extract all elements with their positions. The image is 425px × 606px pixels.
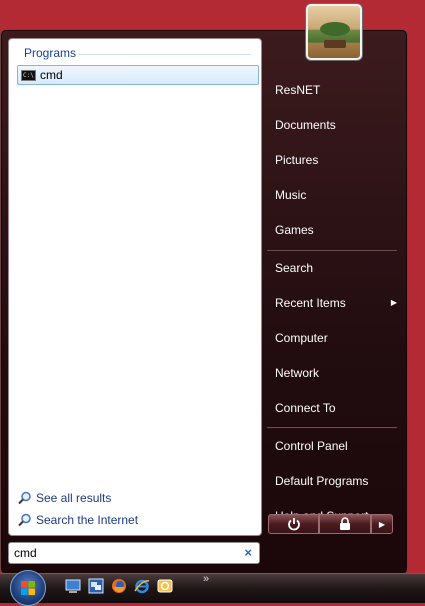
menu-item-search[interactable]: Search [267,255,397,281]
lock-icon [340,517,350,530]
result-label: cmd [40,68,63,82]
user-picture[interactable] [306,4,362,60]
command-prompt-icon: C:\ [21,69,36,81]
firefox-icon[interactable] [111,578,127,594]
menu-item-default-programs[interactable]: Default Programs [267,468,397,494]
search-results-pane: Programs C:\ cmd See all results Search … [8,38,262,536]
power-icon [287,518,300,531]
start-button[interactable] [10,570,46,606]
menu-item-recent-items[interactable]: Recent Items ▶ [267,290,397,316]
arrow-right-icon: ▶ [378,519,386,529]
programs-divider [79,54,251,55]
quick-launch-overflow-icon[interactable]: » [203,573,209,585]
search-internet-link[interactable]: Search the Internet [17,513,138,527]
see-all-results-link[interactable]: See all results [17,491,111,505]
search-icon [18,513,31,527]
submenu-arrow-icon: ▶ [390,298,397,307]
power-options-button[interactable]: ▶ [371,514,393,534]
recent-items-label: Recent Items [275,296,346,310]
search-internet-label: Search the Internet [36,513,139,527]
see-all-results-label: See all results [36,491,112,505]
programs-header: Programs [24,46,77,60]
menu-item-connect-to[interactable]: Connect To [267,395,397,421]
taskbar [0,573,425,603]
menu-separator [267,427,397,428]
lock-button[interactable] [319,514,371,534]
right-pane: ResNET Documents Pictures Music Games Se… [263,30,407,574]
menu-separator [267,250,397,251]
bonsai-image [320,22,350,36]
result-item-cmd[interactable]: C:\ cmd [17,65,259,85]
menu-item-pictures[interactable]: Pictures [267,147,397,173]
start-search-box[interactable]: × [8,542,260,564]
search-icon [18,491,31,505]
start-menu: Programs C:\ cmd See all results Search … [0,29,408,575]
menu-item-network[interactable]: Network [267,360,397,386]
menu-item-games[interactable]: Games [267,217,397,243]
search-input[interactable] [14,545,234,561]
menu-item-music[interactable]: Music [267,182,397,208]
menu-item-documents[interactable]: Documents [267,112,397,138]
switch-windows-icon[interactable] [88,578,104,594]
menu-item-control-panel[interactable]: Control Panel [267,433,397,459]
outlook-icon[interactable] [157,578,173,594]
internet-explorer-icon[interactable] [134,578,150,594]
bonsai-pot-image [324,40,346,48]
power-button[interactable] [268,514,319,534]
clear-search-icon[interactable]: × [244,545,252,560]
windows-logo-icon [21,581,35,595]
menu-item-resnet[interactable]: ResNET [267,77,397,103]
menu-item-computer[interactable]: Computer [267,325,397,351]
show-desktop-icon[interactable] [65,578,81,594]
power-bar: ▶ [268,514,393,534]
